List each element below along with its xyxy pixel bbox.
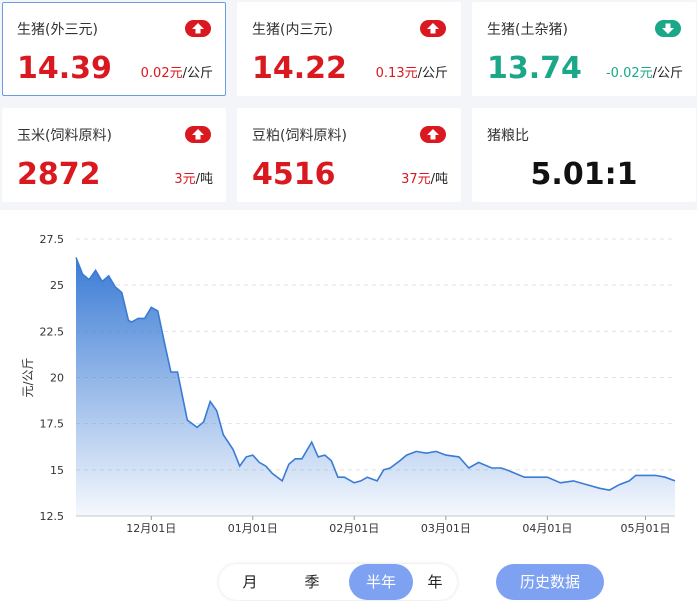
y-tick-label: 12.5 (40, 510, 65, 523)
card-change: 0.13元/公斤 (376, 62, 448, 81)
card-change: 0.02元/公斤 (141, 62, 213, 81)
card-value: 5.01:1 (530, 157, 638, 192)
card-corn[interactable]: 玉米(饲料原料) 2872 3元/吨 (2, 108, 226, 202)
chart-panel: 12.5 15 17.5 20 22.5 25 27.5 12月01日 01月01日 02月01… (0, 210, 697, 601)
arrow-up-icon (420, 126, 446, 143)
arrow-up-icon (185, 20, 211, 37)
arrow-up-icon (185, 126, 211, 143)
change-amount: 0.13元 (375, 66, 418, 81)
change-unit: /公斤 (652, 66, 683, 81)
card-value: 4516 (252, 157, 336, 192)
card-change: 3元/吨 (174, 168, 213, 187)
card-name: 玉米(饲料原料) (17, 128, 112, 144)
y-axis-label: 元/公斤 (21, 357, 35, 397)
card-soybean-meal[interactable]: 豆粕(饲料原料) 4516 37元/吨 (237, 108, 461, 202)
x-tick-label: 01月01日 (228, 522, 278, 535)
x-tick-label: 02月01日 (329, 522, 379, 535)
card-live-pig-inner[interactable]: 生猪(内三元) 14.22 0.13元/公斤 (237, 2, 461, 96)
arrow-down-icon (655, 20, 681, 37)
period-quarter-button[interactable]: 季 (281, 564, 343, 600)
card-name: 生猪(土杂猪) (487, 22, 568, 38)
x-tick-label: 12月01日 (126, 522, 176, 535)
change-amount: 3元 (174, 172, 196, 187)
x-tick-label: 03月01日 (421, 522, 471, 535)
price-area-chart: 12.5 15 17.5 20 22.5 25 27.5 12月01日 01月01日 02月01… (21, 233, 676, 535)
card-value: 14.22 (252, 51, 347, 86)
card-name: 生猪(内三元) (252, 22, 333, 38)
change-amount: -0.02元 (605, 66, 653, 81)
card-value: 2872 (17, 157, 101, 192)
card-live-pig-local[interactable]: 生猪(土杂猪) 13.74 -0.02元/公斤 (472, 2, 696, 96)
y-tick-label: 27.5 (40, 233, 65, 246)
period-selector: 月 季 半年 年 (219, 564, 457, 600)
x-tick-label: 04月01日 (522, 522, 572, 535)
card-name: 生猪(外三元) (17, 22, 98, 38)
card-live-pig-foreign[interactable]: 生猪(外三元) 14.39 0.02元/公斤 (2, 2, 226, 96)
card-value: 13.74 (487, 51, 582, 86)
y-tick-label: 17.5 (40, 418, 65, 431)
card-change: 37元/吨 (401, 168, 448, 187)
x-tick-label: 05月01日 (621, 522, 671, 535)
change-unit: /公斤 (182, 66, 213, 81)
price-cards: 生猪(外三元) 14.39 0.02元/公斤 生猪(内三元) 14.22 0.1… (0, 0, 697, 210)
card-value: 14.39 (17, 51, 112, 86)
card-change: -0.02元/公斤 (606, 62, 683, 81)
y-tick-label: 15 (50, 464, 64, 477)
area-fill-layer (75, 257, 676, 516)
change-unit: /吨 (430, 172, 448, 187)
x-axis: 12月01日 01月01日 02月01日 03月01日 04月01日 05月01日 (126, 516, 671, 535)
history-data-button[interactable]: 历史数据 (496, 564, 604, 600)
card-name: 猪粮比 (487, 128, 529, 144)
change-unit: /公斤 (417, 66, 448, 81)
card-pig-grain-ratio[interactable]: 猪粮比 5.01:1 (472, 108, 696, 202)
period-year-button[interactable]: 年 (413, 564, 457, 600)
y-axis: 12.5 15 17.5 20 22.5 25 27.5 (40, 233, 65, 523)
series-area (76, 257, 675, 516)
arrow-up-icon (420, 20, 446, 37)
y-tick-label: 25 (50, 279, 64, 292)
change-amount: 0.02元 (140, 66, 183, 81)
change-amount: 37元 (401, 172, 431, 187)
card-name: 豆粕(饲料原料) (252, 128, 347, 144)
period-half-year-button[interactable]: 半年 (349, 564, 413, 600)
period-month-button[interactable]: 月 (219, 564, 281, 600)
y-tick-label: 20 (50, 372, 64, 385)
change-unit: /吨 (195, 172, 213, 187)
y-tick-label: 22.5 (40, 325, 65, 338)
